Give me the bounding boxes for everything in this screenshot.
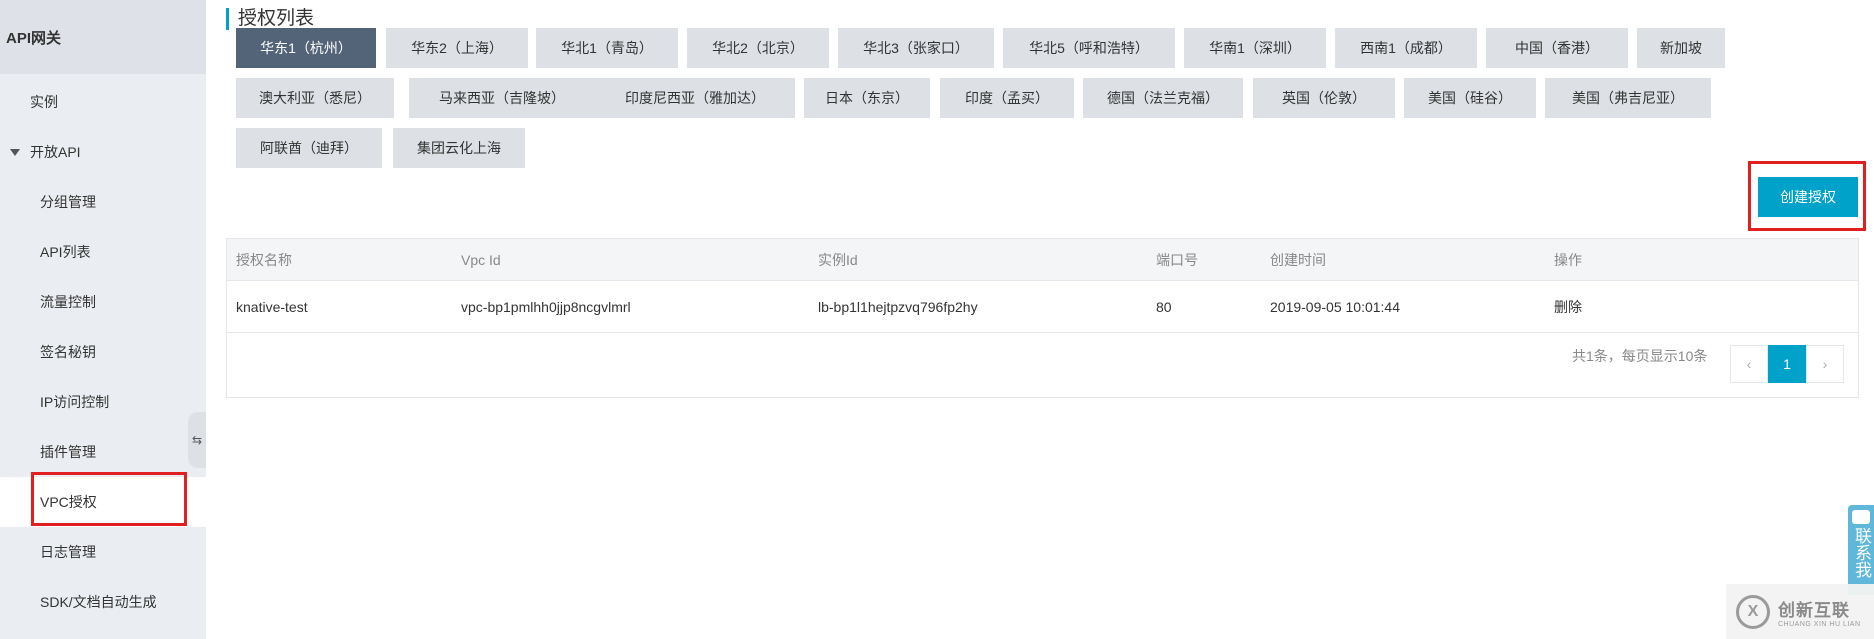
sidebar-item-instances[interactable]: 实例	[30, 77, 58, 127]
sidebar-group-open-api[interactable]: 开放API	[10, 127, 81, 177]
watermark: X 创新互联 CHUANG XIN HU LIAN	[1726, 584, 1874, 639]
region-tab-mumbai[interactable]: 印度（孟买）	[940, 78, 1074, 118]
pagination-page-1[interactable]: 1	[1768, 345, 1806, 383]
watermark-text-cn: 创新互联	[1778, 600, 1850, 620]
page-title: 授权列表	[226, 8, 314, 30]
region-tab-virginia[interactable]: 美国（弗吉尼亚）	[1545, 78, 1711, 118]
region-tab-zhangjiakou[interactable]: 华北3（张家口）	[838, 28, 994, 68]
sidebar-item-api-list[interactable]: API列表	[40, 227, 91, 277]
sidebar-item-group-management[interactable]: 分组管理	[40, 177, 96, 227]
watermark-logo-icon: X	[1736, 594, 1770, 629]
chat-bubble-icon	[1852, 510, 1870, 524]
region-tab-jakarta[interactable]: 印度尼西亚（雅加达）	[595, 78, 795, 118]
delete-link[interactable]: 删除	[1554, 281, 1582, 332]
region-tab-singapore[interactable]: 新加坡	[1637, 28, 1725, 68]
table-header: 授权名称 Vpc Id 实例Id 端口号 创建时间 操作	[227, 239, 1858, 281]
cell-vpc-id: vpc-bp1pmlhh0jjp8ncgvlmrl	[461, 298, 631, 315]
region-tab-kuala-lumpur[interactable]: 马来西亚（吉隆坡）	[409, 78, 595, 118]
region-tab-hangzhou[interactable]: 华东1（杭州）	[236, 28, 376, 68]
header-actions: 操作	[1554, 251, 1582, 268]
region-tab-shanghai[interactable]: 华东2（上海）	[386, 28, 528, 68]
sidebar-item-ip-access-control[interactable]: IP访问控制	[40, 377, 109, 427]
header-auth-name: 授权名称	[236, 251, 292, 268]
pagination-prev-button[interactable]: ‹	[1730, 345, 1768, 383]
region-tab-frankfurt[interactable]: 德国（法兰克福）	[1083, 78, 1243, 118]
region-tab-dubai[interactable]: 阿联酋（迪拜）	[236, 128, 382, 168]
header-instance-id: 实例Id	[818, 251, 858, 268]
sidebar-item-traffic-control[interactable]: 流量控制	[40, 277, 96, 327]
sidebar-item-sdk-docs[interactable]: SDK/文档自动生成	[40, 577, 157, 627]
region-tab-chengdu[interactable]: 西南1（成都）	[1335, 28, 1477, 68]
cell-auth-name: knative-test	[236, 298, 308, 315]
sidebar-collapse-icon[interactable]: ⇆	[188, 412, 206, 468]
region-tab-tokyo[interactable]: 日本（东京）	[804, 78, 930, 118]
sidebar-item-plugin-management[interactable]: 插件管理	[40, 427, 96, 477]
region-tab-qingdao[interactable]: 华北1（青岛）	[536, 28, 678, 68]
highlight-box-create	[1748, 161, 1866, 231]
region-tab-shenzhen[interactable]: 华南1（深圳）	[1184, 28, 1326, 68]
region-tab-london[interactable]: 英国（伦敦）	[1253, 78, 1395, 118]
region-tab-hongkong[interactable]: 中国（香港）	[1486, 28, 1628, 68]
cell-port: 80	[1156, 298, 1172, 315]
header-port: 端口号	[1156, 251, 1198, 268]
highlight-box-vpc	[31, 472, 187, 526]
cell-instance-id: lb-bp1l1hejtpzvq796fp2hy	[818, 298, 978, 315]
sidebar-item-log-management[interactable]: 日志管理	[40, 527, 96, 577]
authorization-table: 授权名称 Vpc Id 实例Id 端口号 创建时间 操作 knative-tes…	[226, 238, 1859, 398]
sidebar-title: API网关	[0, 0, 206, 74]
pagination-next-button[interactable]: ›	[1806, 345, 1844, 383]
caret-down-icon	[10, 148, 20, 156]
region-tab-group-cloud-shanghai[interactable]: 集团云化上海	[393, 128, 525, 168]
sidebar: API网关 实例 开放API 分组管理 API列表 流量控制 签名秘钥 IP访问…	[0, 0, 206, 639]
header-vpc-id: Vpc Id	[461, 251, 501, 268]
region-tab-huhehaote[interactable]: 华北5（呼和浩特）	[1003, 28, 1175, 68]
table-row: knative-test vpc-bp1pmlhh0jjp8ncgvlmrl l…	[227, 281, 1858, 333]
region-tab-sydney[interactable]: 澳大利亚（悉尼）	[236, 78, 394, 118]
cell-created-time: 2019-09-05 10:01:44	[1270, 298, 1400, 315]
sidebar-item-signature-key[interactable]: 签名秘钥	[40, 327, 96, 377]
region-tab-silicon-valley[interactable]: 美国（硅谷）	[1404, 78, 1536, 118]
header-created-time: 创建时间	[1270, 251, 1326, 268]
watermark-text-en: CHUANG XIN HU LIAN	[1778, 620, 1861, 628]
pagination-summary: 共1条，每页显示10条	[1572, 348, 1708, 364]
region-tab-beijing[interactable]: 华北2（北京）	[687, 28, 829, 68]
